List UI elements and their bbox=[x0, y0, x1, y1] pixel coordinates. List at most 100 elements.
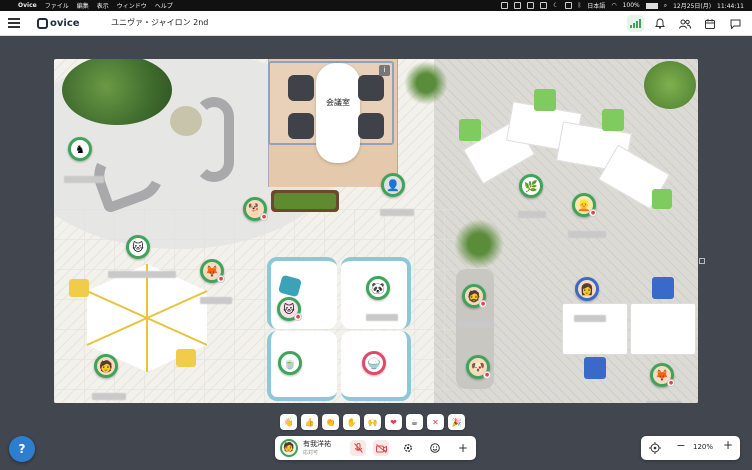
character-icon: 🧔 bbox=[467, 289, 481, 303]
chat-button[interactable] bbox=[727, 15, 744, 32]
plant-decoration bbox=[404, 61, 448, 105]
microphone-toggle-button[interactable] bbox=[350, 440, 366, 456]
mic-off-icon: ● bbox=[589, 209, 597, 217]
settings-button[interactable] bbox=[400, 440, 416, 456]
heart-reaction-button[interactable]: ❤ bbox=[385, 414, 402, 430]
status-tray-icon[interactable] bbox=[540, 2, 548, 9]
zoom-out-button[interactable]: − bbox=[675, 439, 687, 457]
clap-reaction-button[interactable]: 👏 bbox=[322, 414, 339, 430]
menubar-app-name[interactable]: Ovice bbox=[18, 2, 37, 9]
user-avatar[interactable]: 🧔 ● bbox=[462, 284, 487, 308]
cross-reaction-button[interactable]: ✕ bbox=[427, 414, 444, 430]
meeting-chair bbox=[358, 75, 384, 101]
menu-file[interactable]: ファイル bbox=[45, 1, 69, 10]
camera-off-icon bbox=[375, 443, 387, 453]
signal-bars-icon bbox=[630, 19, 641, 28]
user-avatar[interactable]: 👱 ● bbox=[572, 193, 597, 217]
user-nameplate bbox=[574, 315, 606, 322]
user-avatar[interactable]: ♞ bbox=[68, 137, 92, 161]
my-avatar[interactable]: 🧑 bbox=[280, 439, 298, 457]
clock[interactable]: 12月25日(月) 11:44:11 bbox=[673, 1, 744, 10]
user-avatar[interactable]: 🐱 bbox=[126, 235, 150, 259]
status-tray-icon[interactable] bbox=[564, 2, 572, 9]
menu-view[interactable]: 表示 bbox=[97, 1, 109, 10]
mic-off-icon: ● bbox=[294, 313, 302, 321]
status-tray-icon[interactable] bbox=[501, 2, 509, 9]
user-avatar[interactable]: 🦊 ● bbox=[200, 259, 225, 283]
menu-window[interactable]: ウィンドウ bbox=[117, 1, 147, 10]
crosshair-icon bbox=[649, 442, 661, 454]
plant-icon: 🌿 bbox=[524, 179, 538, 193]
battery-percent[interactable]: 100% bbox=[623, 2, 640, 9]
user-avatar[interactable]: 🦊 ● bbox=[650, 363, 675, 387]
my-name: 有我洋祐 bbox=[303, 440, 331, 448]
ovice-logo: ovice bbox=[37, 16, 80, 30]
room-info-icon[interactable]: i bbox=[379, 65, 390, 76]
connection-status-button[interactable] bbox=[627, 15, 644, 32]
user-nameplate bbox=[380, 209, 414, 216]
thumbs-up-reaction-button[interactable]: 👍 bbox=[301, 414, 318, 430]
status-tray-icon[interactable] bbox=[527, 2, 535, 9]
bell-icon bbox=[654, 18, 665, 29]
add-button[interactable]: + bbox=[455, 440, 471, 456]
members-button[interactable] bbox=[676, 15, 693, 32]
user-avatar[interactable]: 🐼 bbox=[366, 276, 390, 300]
zoom-controls: − 120% + bbox=[641, 436, 740, 460]
user-avatar[interactable]: 🍵 bbox=[278, 351, 302, 375]
user-nameplate bbox=[108, 271, 176, 278]
raise-hand-reaction-button[interactable]: ✋ bbox=[343, 414, 360, 430]
zoom-level: 120% bbox=[693, 443, 714, 451]
celebrate-hands-reaction-button[interactable]: 🙌 bbox=[364, 414, 381, 430]
desk-pod[interactable] bbox=[267, 257, 337, 329]
system-menubar: Ovice ファイル 編集 表示 ウィンドウ ヘルプ ☾ ᛒ 日本語 ◠ 100… bbox=[0, 0, 752, 11]
menu-icon[interactable] bbox=[8, 18, 20, 28]
wifi-icon[interactable]: ◠ bbox=[611, 2, 616, 9]
yellow-chair bbox=[69, 279, 89, 297]
chat-bubble-icon bbox=[730, 19, 741, 29]
user-control-bar: 🧑 有我洋祐 応対可 + bbox=[275, 436, 476, 460]
emoji-button[interactable] bbox=[427, 440, 443, 456]
input-mode[interactable]: 日本語 bbox=[587, 1, 605, 10]
user-nameplate bbox=[518, 211, 546, 218]
blue-chair bbox=[584, 357, 606, 379]
desk[interactable] bbox=[630, 303, 696, 355]
help-button[interactable]: ? bbox=[9, 436, 35, 462]
moon-icon[interactable]: ☾ bbox=[553, 2, 558, 9]
desk[interactable] bbox=[562, 303, 628, 355]
user-avatar[interactable]: 👩 bbox=[575, 277, 599, 301]
user-avatar[interactable]: 🧑 bbox=[94, 354, 118, 378]
party-reaction-button[interactable]: 🎉 bbox=[448, 414, 465, 430]
menu-edit[interactable]: 編集 bbox=[77, 1, 89, 10]
battery-icon[interactable] bbox=[645, 2, 658, 9]
meeting-chair bbox=[288, 75, 314, 101]
dog-face-icon: 🐶 bbox=[471, 360, 485, 374]
menu-help[interactable]: ヘルプ bbox=[155, 1, 173, 10]
user-avatar[interactable]: 🐕 ● bbox=[243, 197, 268, 221]
virtual-office-map[interactable]: 会議室 i ♞ 🐕 ● 👤 🐱 🦊 ● 🐱 ● 🐼 🍵 🍚 🧑 🧔 ● 🐶 ● … bbox=[54, 59, 698, 403]
camera-toggle-button[interactable] bbox=[373, 440, 389, 456]
green-chair bbox=[534, 89, 556, 111]
search-icon[interactable]: ⌕ bbox=[664, 2, 667, 10]
my-status[interactable]: 応対可 bbox=[303, 449, 318, 456]
coffee-reaction-button[interactable]: ☕ bbox=[406, 414, 423, 430]
mic-off-icon: ● bbox=[479, 300, 487, 308]
wave-reaction-button[interactable]: 👋 bbox=[280, 414, 297, 430]
user-avatar[interactable]: 🌿 bbox=[519, 174, 543, 198]
smile-icon bbox=[430, 443, 440, 453]
status-tray-icon[interactable] bbox=[514, 2, 522, 9]
bluetooth-icon[interactable]: ᛒ bbox=[578, 2, 582, 9]
copy-icon[interactable] bbox=[699, 258, 705, 264]
calendar-button[interactable] bbox=[701, 15, 718, 32]
recenter-button[interactable] bbox=[648, 441, 662, 455]
mic-off-icon: ● bbox=[483, 371, 491, 379]
character-icon: 👱 bbox=[577, 198, 591, 212]
notifications-button[interactable] bbox=[651, 15, 668, 32]
user-avatar[interactable]: 🐱 ● bbox=[277, 297, 302, 321]
zoom-in-button[interactable]: + bbox=[722, 438, 734, 456]
logo-text: ovice bbox=[50, 17, 80, 29]
user-avatar[interactable]: 🐶 ● bbox=[466, 355, 491, 379]
user-avatar[interactable]: 🍚 bbox=[362, 351, 386, 375]
user-avatar[interactable]: 👤 bbox=[381, 173, 405, 197]
plant-decoration bbox=[454, 219, 504, 269]
hex-desk-cluster[interactable] bbox=[463, 87, 670, 210]
